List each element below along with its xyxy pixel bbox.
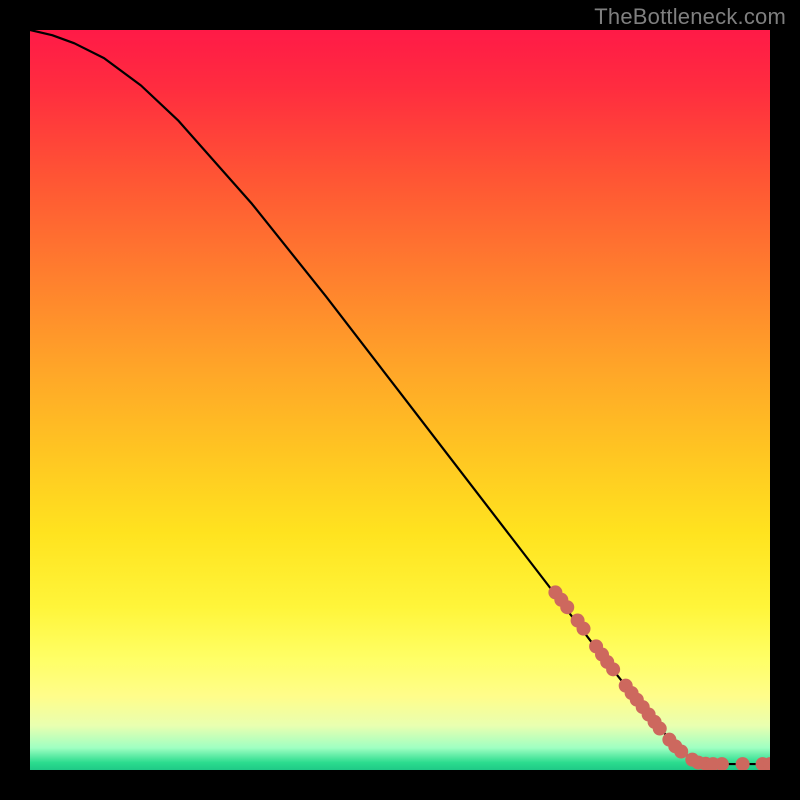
plot-area — [30, 30, 770, 770]
data-marker — [560, 600, 574, 614]
chart-svg — [30, 30, 770, 770]
data-marker — [736, 757, 750, 770]
data-marker — [653, 722, 667, 736]
bottleneck-curve — [30, 30, 770, 764]
watermark-text: TheBottleneck.com — [594, 4, 786, 30]
data-markers — [548, 585, 770, 770]
data-marker — [606, 662, 620, 676]
chart-frame: TheBottleneck.com — [0, 0, 800, 800]
data-marker — [577, 622, 591, 636]
